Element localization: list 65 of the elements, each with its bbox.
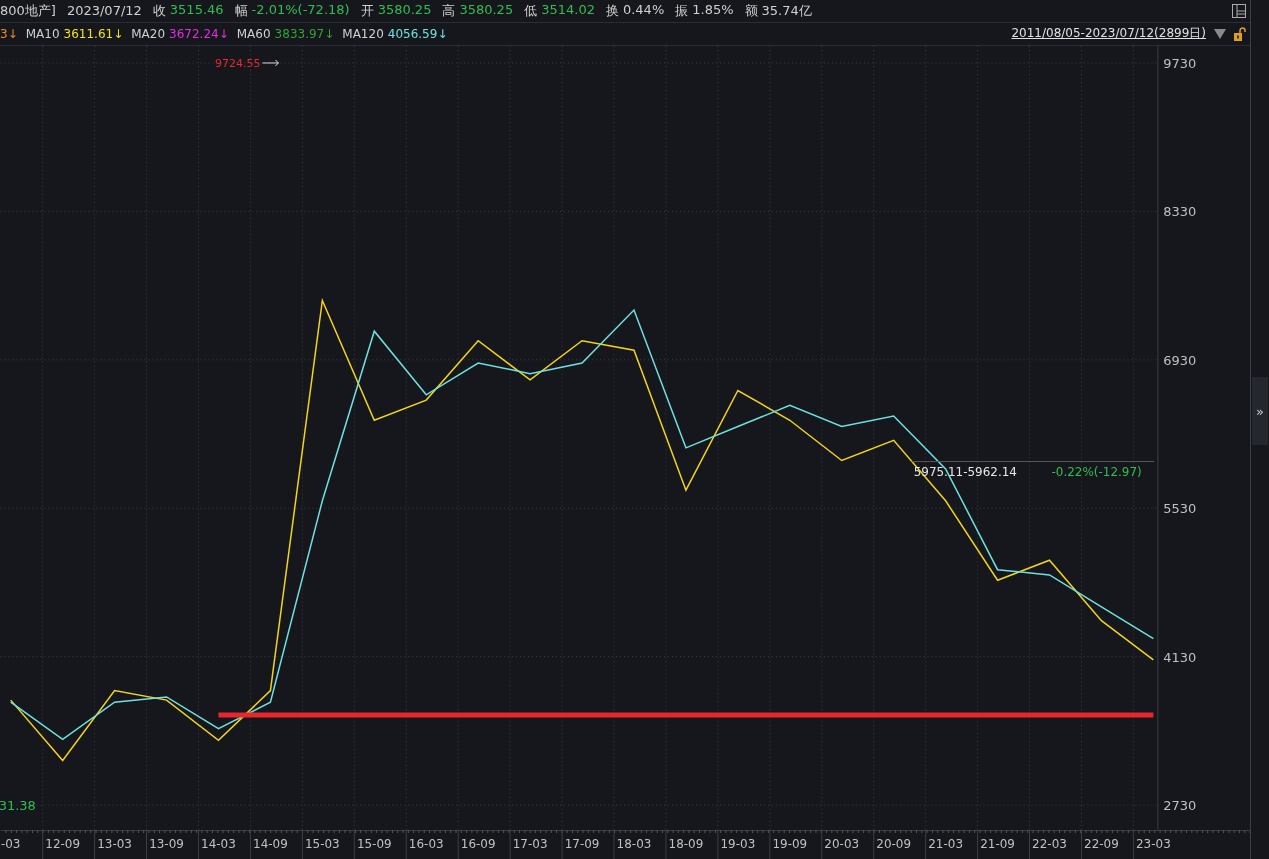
stat-value: 3580.25 (377, 2, 432, 19)
stat-value: 3580.25 (459, 2, 514, 19)
collapse-tab[interactable]: » (1252, 377, 1268, 445)
min-price-label: 31.38 (0, 798, 36, 814)
axis-tick-label: 16-03 (408, 837, 444, 851)
stat-label: 换 (605, 2, 619, 20)
axis-tick-label: 5530 (1163, 501, 1197, 517)
axis-tick-label: 21-09 (980, 837, 1015, 851)
dropdown-triangle-icon[interactable] (1214, 28, 1226, 39)
axis-tick-label: 22-03 (1032, 837, 1067, 851)
ma-label: MA20 (131, 26, 166, 41)
stat-label: 收 (152, 2, 166, 20)
axis-tick-label: 18-03 (616, 837, 652, 851)
axis-tick-label: 2730 (1163, 798, 1197, 813)
stat-label: 振 (675, 2, 689, 20)
axis-tick-label: 15-09 (356, 837, 392, 851)
ma-label: MA120 (342, 26, 384, 41)
axis-tick-label: 13-09 (149, 837, 184, 851)
axis-tick-label: 15-03 (304, 837, 340, 851)
axis-tick-label: 16-09 (460, 837, 496, 851)
axis-tick-label: 8330 (1163, 204, 1197, 220)
range-change: -0.22%(-12.97) (1051, 465, 1142, 480)
axis-tick-label: 13-03 (97, 837, 132, 851)
axis-tick-label: 14-09 (253, 837, 288, 851)
ma-label: MA10 (25, 26, 60, 41)
stat-value: 0.44% (622, 2, 665, 19)
max-price-label: 9724.55 (215, 56, 261, 70)
axis-tick-label: 19-09 (772, 837, 808, 851)
stat-label: 额 (744, 2, 758, 20)
axis-tick-label: 23-03 (1136, 837, 1171, 851)
pointer-arrow (261, 59, 279, 67)
axis-tick-label: 4130 (1163, 649, 1197, 665)
stat-label: 开 (360, 2, 374, 20)
axis-tick-label: 6930 (1163, 352, 1197, 368)
axis-tick-label: 19-03 (720, 837, 756, 851)
stat-label: 高 (442, 2, 456, 20)
axis-tick-label: 18-09 (668, 837, 704, 851)
axis-tick-label: 21-03 (928, 837, 963, 851)
date-range-link[interactable]: 2011/08/05-2023/07/12(2899日) (1011, 25, 1206, 43)
layout-icon[interactable] (1232, 4, 1246, 18)
ma-value: 3672.24↓ (169, 26, 229, 41)
ma-value: 3↓ (0, 26, 18, 41)
ma-value: 4056.59↓ (387, 26, 448, 41)
axis-tick-label: 20-03 (824, 837, 860, 851)
stat-label: 低 (524, 2, 538, 20)
stat-value: 1.85% (692, 2, 734, 19)
ma-label: MA60 (236, 26, 271, 41)
unlocked-padlock-icon[interactable] (1234, 26, 1246, 41)
stat-value: 3514.02 (541, 2, 595, 19)
axis-tick-label: 22-09 (1084, 837, 1119, 851)
axis-tick-label: 17-03 (512, 837, 548, 851)
axis-tick-label: 14-03 (201, 837, 236, 851)
stat-value: 3515.46 (169, 2, 224, 19)
axis-tick-label: 17-09 (564, 837, 600, 851)
ma-value: 3833.97↓ (274, 26, 335, 41)
index-name: 800地产] (0, 2, 56, 20)
quote-date: 2023/07/12 (66, 3, 142, 19)
axis-tick-label: 12-09 (45, 837, 81, 851)
stat-value: 35.74亿 (761, 2, 812, 20)
stat-label: 幅 (234, 2, 248, 20)
stat-value: -2.01%(-72.18) (251, 2, 350, 19)
axis-tick-label: 9730 (1163, 55, 1197, 71)
ma-value: 3611.61↓ (63, 26, 124, 41)
axis-tick-label: 20-09 (876, 837, 912, 851)
axis-tick-label: -03 (0, 837, 21, 851)
